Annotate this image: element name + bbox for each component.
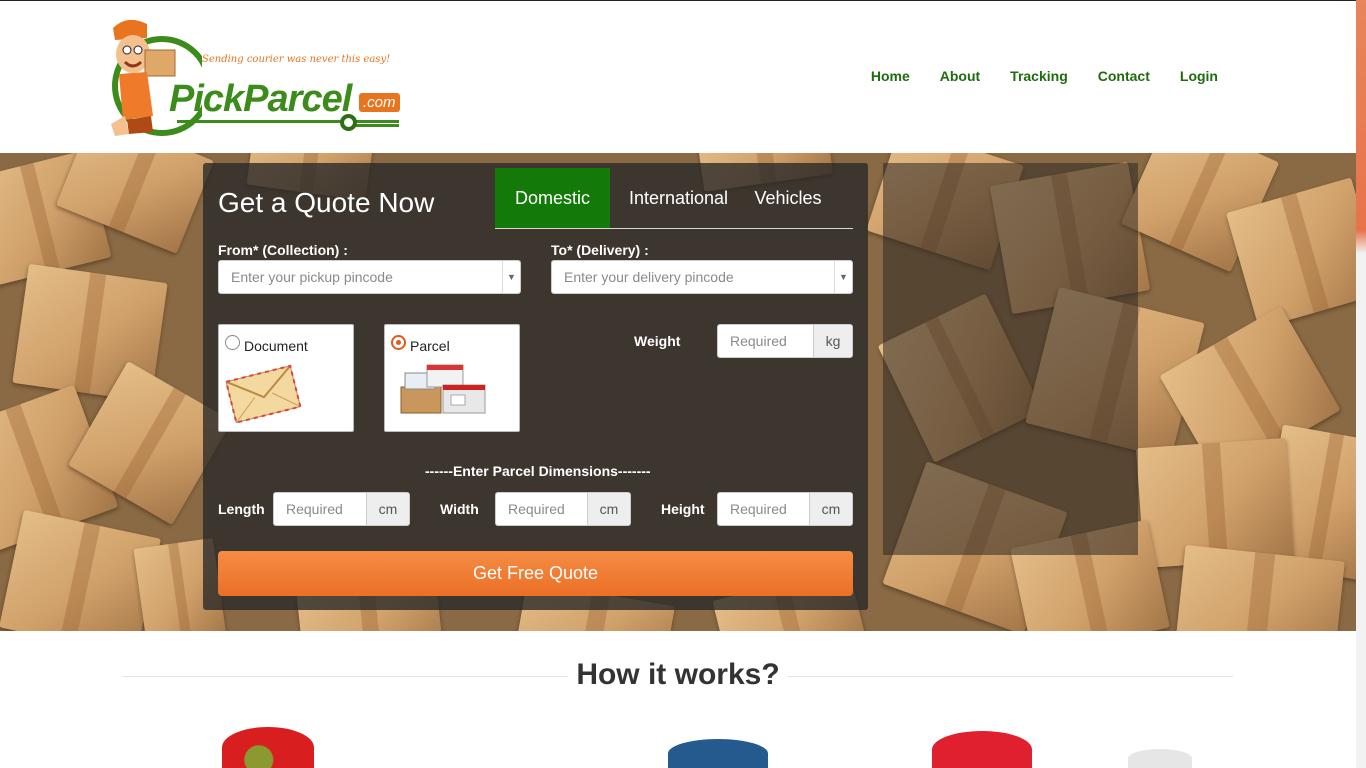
height-unit: cm bbox=[809, 492, 853, 526]
shipment-type-tabs: Domestic International Vehicles bbox=[495, 168, 853, 229]
nav-home[interactable]: Home bbox=[871, 68, 910, 84]
document-label: Document bbox=[244, 338, 308, 354]
tab-vehicles[interactable]: Vehicles bbox=[748, 168, 828, 228]
tab-international[interactable]: International bbox=[621, 168, 736, 228]
width-label: Width bbox=[440, 501, 479, 517]
logo-underline-tail bbox=[351, 124, 399, 127]
document-radio[interactable] bbox=[225, 335, 240, 350]
chevron-down-icon: ▼ bbox=[834, 261, 852, 293]
envelope-icon bbox=[224, 364, 302, 423]
weight-label: Weight bbox=[634, 333, 681, 349]
length-label: Length bbox=[218, 501, 265, 517]
how-it-works-section: How it works? bbox=[0, 631, 1356, 768]
logo-brand-name: PickParcel bbox=[169, 78, 352, 120]
height-label: Height bbox=[661, 501, 705, 517]
nav-tracking[interactable]: Tracking bbox=[1010, 68, 1068, 84]
pickup-pincode-select[interactable]: Enter your pickup pincode ▼ bbox=[218, 260, 521, 294]
chevron-down-icon: ▼ bbox=[502, 261, 520, 293]
side-overlay-panel bbox=[883, 163, 1138, 555]
delivery-pincode-placeholder: Enter your delivery pincode bbox=[564, 269, 734, 285]
page-scrollbar[interactable] bbox=[1356, 0, 1366, 768]
length-unit: cm bbox=[366, 492, 410, 526]
width-input[interactable]: Required bbox=[495, 492, 587, 526]
parcel-label: Parcel bbox=[410, 338, 450, 354]
length-field[interactable]: Required cm bbox=[273, 492, 410, 526]
get-free-quote-button[interactable]: Get Free Quote bbox=[218, 551, 853, 596]
weight-unit: kg bbox=[813, 324, 853, 358]
quote-form-panel: Get a Quote Now Domestic International V… bbox=[203, 163, 868, 610]
nav-login[interactable]: Login bbox=[1180, 68, 1218, 84]
site-header: Sending courier was never this easy! Pic… bbox=[0, 1, 1356, 153]
document-option[interactable]: Document bbox=[218, 324, 354, 432]
parcel-option[interactable]: Parcel bbox=[384, 324, 520, 432]
main-nav: Home About Tracking Contact Login bbox=[871, 68, 1218, 84]
step-one-illustration bbox=[222, 727, 314, 768]
weight-input[interactable]: Required bbox=[717, 324, 813, 358]
step-two-illustration bbox=[668, 739, 768, 768]
how-it-works-title: How it works? bbox=[576, 658, 780, 691]
pickup-pincode-placeholder: Enter your pickup pincode bbox=[231, 269, 393, 285]
parcel-boxes-icon bbox=[400, 364, 486, 414]
height-input[interactable]: Required bbox=[717, 492, 809, 526]
height-field[interactable]: Required cm bbox=[717, 492, 853, 526]
width-unit: cm bbox=[587, 492, 631, 526]
logo-wheel-icon bbox=[340, 114, 357, 131]
logo-domain-badge: .com bbox=[359, 93, 400, 112]
length-input[interactable]: Required bbox=[273, 492, 366, 526]
logo-underline bbox=[177, 120, 399, 123]
dimensions-title: ------Enter Parcel Dimensions------- bbox=[425, 463, 651, 479]
from-label: From* (Collection) : bbox=[218, 242, 348, 258]
to-label: To* (Delivery) : bbox=[551, 242, 649, 258]
tab-domestic[interactable]: Domestic bbox=[495, 168, 610, 228]
nav-contact[interactable]: Contact bbox=[1098, 68, 1150, 84]
parcel-radio[interactable] bbox=[391, 335, 406, 350]
weight-field[interactable]: Required kg bbox=[717, 324, 853, 358]
hero-banner: Get a Quote Now Domestic International V… bbox=[0, 153, 1356, 631]
step-three-accessory-illustration bbox=[1128, 749, 1192, 768]
delivery-pincode-select[interactable]: Enter your delivery pincode ▼ bbox=[551, 260, 853, 294]
quote-title: Get a Quote Now bbox=[218, 187, 435, 218]
pickparcel-logo[interactable]: Sending courier was never this easy! Pic… bbox=[107, 16, 407, 141]
nav-about[interactable]: About bbox=[940, 68, 980, 84]
logo-tagline: Sending courier was never this easy! bbox=[202, 54, 391, 65]
step-three-illustration bbox=[932, 731, 1032, 768]
width-field[interactable]: Required cm bbox=[495, 492, 631, 526]
